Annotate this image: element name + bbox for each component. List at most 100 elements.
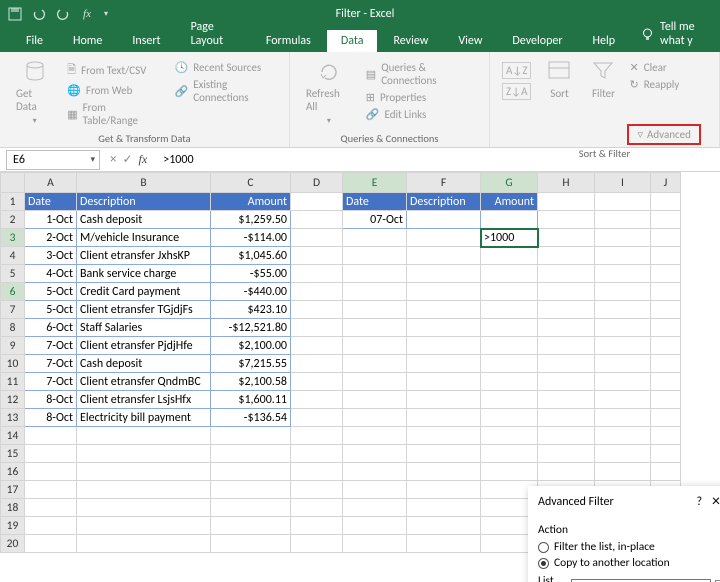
from-text-csv[interactable]: 🗎From Text/CSV: [65, 60, 160, 81]
advanced-filter-button[interactable]: ▿Advanced: [627, 124, 700, 145]
cell[interactable]: [407, 247, 481, 265]
cell[interactable]: [538, 445, 595, 463]
cell[interactable]: [407, 373, 481, 391]
cell[interactable]: [595, 463, 651, 481]
cell[interactable]: [407, 265, 481, 283]
cell[interactable]: Date: [25, 193, 77, 211]
cell[interactable]: [291, 463, 343, 481]
cell[interactable]: Amount: [481, 193, 538, 211]
cell[interactable]: -$136.54: [211, 409, 291, 427]
cell[interactable]: Staff Salaries: [77, 319, 211, 337]
row-header[interactable]: 7: [1, 301, 25, 319]
cell[interactable]: [538, 265, 595, 283]
cell[interactable]: [595, 337, 651, 355]
cell[interactable]: 5-Oct: [25, 283, 77, 301]
row-header[interactable]: 11: [1, 373, 25, 391]
cell[interactable]: [407, 229, 481, 247]
row-header[interactable]: 5: [1, 265, 25, 283]
row-header[interactable]: 16: [1, 463, 25, 481]
cell[interactable]: [538, 409, 595, 427]
cell[interactable]: [343, 301, 407, 319]
cell[interactable]: [595, 445, 651, 463]
cell[interactable]: [343, 319, 407, 337]
cell[interactable]: [291, 535, 343, 553]
cell[interactable]: [538, 247, 595, 265]
cell[interactable]: [538, 337, 595, 355]
row-header[interactable]: 14: [1, 427, 25, 445]
filter-button[interactable]: Filter: [583, 56, 623, 104]
cell[interactable]: [343, 445, 407, 463]
cell[interactable]: [407, 337, 481, 355]
cell[interactable]: [481, 391, 538, 409]
cell[interactable]: [407, 463, 481, 481]
cell[interactable]: [77, 499, 211, 517]
cell[interactable]: [651, 355, 681, 373]
filter-in-place-radio[interactable]: Filter the list, in-place: [538, 539, 718, 555]
cell[interactable]: Credit Card payment: [77, 283, 211, 301]
cell[interactable]: [651, 391, 681, 409]
row-header[interactable]: 15: [1, 445, 25, 463]
cell[interactable]: 7-Oct: [25, 373, 77, 391]
cell[interactable]: Client etransfer PjdjHfe: [77, 337, 211, 355]
cell[interactable]: [651, 409, 681, 427]
cell[interactable]: [343, 247, 407, 265]
column-header[interactable]: I: [595, 173, 651, 193]
column-header[interactable]: G: [481, 173, 538, 193]
chevron-down-icon[interactable]: ▾: [90, 154, 95, 165]
sort-za-icon[interactable]: Z↓A: [502, 83, 531, 100]
cell[interactable]: [291, 445, 343, 463]
cell[interactable]: [407, 409, 481, 427]
cell[interactable]: [343, 355, 407, 373]
cell[interactable]: [595, 355, 651, 373]
cell[interactable]: 7-Oct: [25, 337, 77, 355]
cell[interactable]: [481, 211, 538, 229]
cell[interactable]: [343, 229, 407, 247]
cell[interactable]: [651, 193, 681, 211]
cell[interactable]: Amount: [211, 193, 291, 211]
cell[interactable]: Description: [77, 193, 211, 211]
cell[interactable]: [407, 283, 481, 301]
cell[interactable]: [481, 355, 538, 373]
cell[interactable]: [651, 301, 681, 319]
from-table-range[interactable]: ▦From Table/Range: [65, 100, 160, 128]
tab-view[interactable]: View: [444, 30, 496, 52]
cell[interactable]: [25, 499, 77, 517]
row-header[interactable]: 17: [1, 481, 25, 499]
cell[interactable]: [651, 211, 681, 229]
undo-icon[interactable]: [32, 7, 46, 21]
cell[interactable]: [77, 535, 211, 553]
row-header[interactable]: 6: [1, 283, 25, 301]
tab-formulas[interactable]: Formulas: [252, 30, 325, 52]
cell[interactable]: [211, 463, 291, 481]
cell[interactable]: [291, 499, 343, 517]
cell[interactable]: [538, 211, 595, 229]
cell[interactable]: Client etransfer QndmBC: [77, 373, 211, 391]
cell[interactable]: 5-Oct: [25, 301, 77, 319]
tab-data[interactable]: Data: [327, 30, 378, 52]
tab-review[interactable]: Review: [379, 30, 442, 52]
cell[interactable]: $1,600.11: [211, 391, 291, 409]
cell[interactable]: [595, 409, 651, 427]
cell[interactable]: [595, 211, 651, 229]
cell[interactable]: [77, 445, 211, 463]
cell[interactable]: [407, 517, 481, 535]
cell[interactable]: [291, 247, 343, 265]
cell[interactable]: [291, 337, 343, 355]
cell[interactable]: [211, 427, 291, 445]
cell[interactable]: [407, 535, 481, 553]
refresh-all-button[interactable]: Refresh All ▾: [298, 56, 360, 130]
cell[interactable]: Date: [343, 193, 407, 211]
cell[interactable]: [481, 427, 538, 445]
cell[interactable]: 7-Oct: [25, 355, 77, 373]
cell[interactable]: [77, 427, 211, 445]
cell[interactable]: 6-Oct: [25, 319, 77, 337]
cell[interactable]: [595, 391, 651, 409]
cell[interactable]: [651, 283, 681, 301]
cell[interactable]: [538, 373, 595, 391]
row-header[interactable]: 2: [1, 211, 25, 229]
cell[interactable]: $423.10: [211, 301, 291, 319]
row-header[interactable]: 12: [1, 391, 25, 409]
cell[interactable]: $1,259.50: [211, 211, 291, 229]
name-box[interactable]: E6 ▾: [6, 150, 100, 170]
cell[interactable]: -$114.00: [211, 229, 291, 247]
